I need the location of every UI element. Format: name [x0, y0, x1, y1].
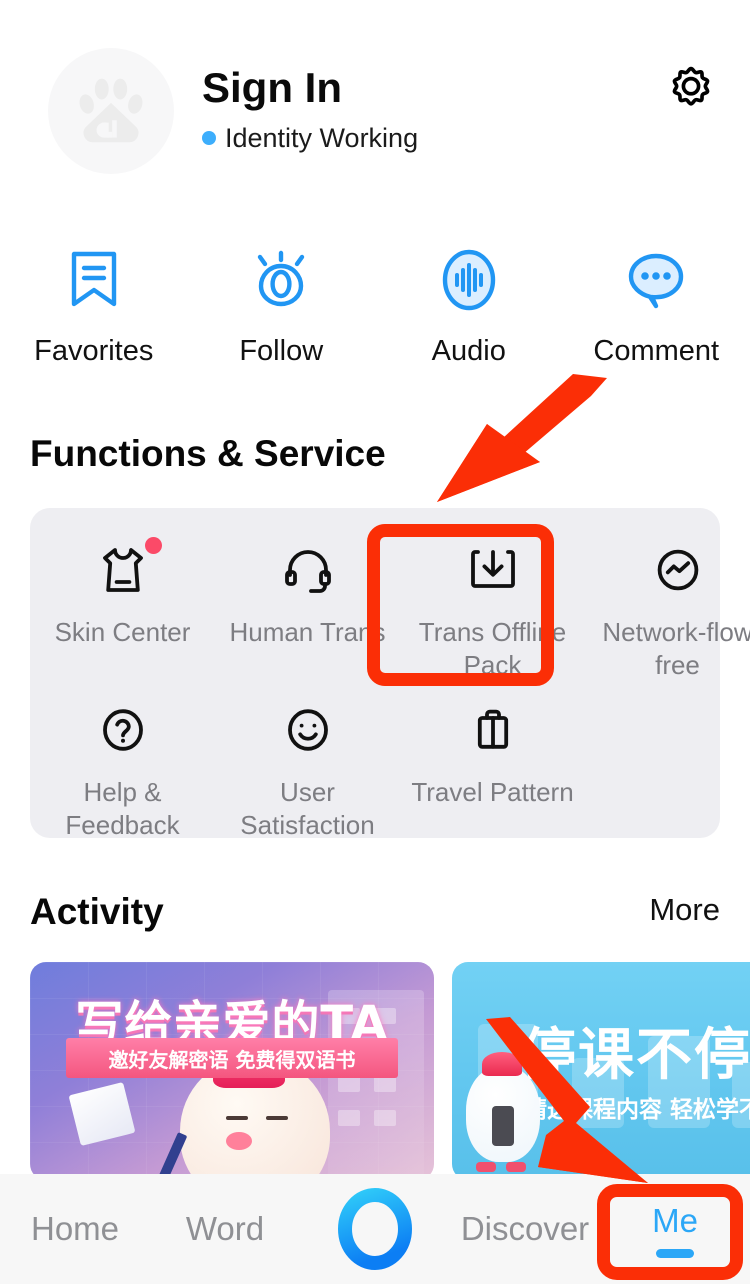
tshirt-icon	[91, 537, 162, 600]
audio-wave-icon	[435, 248, 503, 312]
banner-mascot-cheek-art	[226, 1132, 252, 1150]
function-trans-offline-pack[interactable]: Trans Offline Pack	[400, 540, 585, 682]
tab-active-indicator	[656, 1248, 694, 1258]
page-title[interactable]: Sign In	[202, 62, 418, 114]
function-label: Network-flow free	[602, 617, 750, 680]
activity-banner-carousel[interactable]: 写给亲爱的TA 邀好友解密语 免费得双语书 停课不停学 精选课程内容 轻松学不停	[30, 962, 750, 1180]
function-label: Trans Offline Pack	[418, 617, 567, 680]
question-mark-icon	[91, 700, 155, 760]
function-network-flow-free[interactable]: Network-flow free	[585, 540, 750, 682]
quick-action-follow[interactable]: Follow	[188, 248, 376, 368]
function-travel-pattern[interactable]: Travel Pattern	[400, 700, 585, 842]
profile-header: Sign In Identity Working	[0, 0, 750, 200]
banner-mascot-comb-art	[482, 1052, 522, 1076]
quick-action-label: Favorites	[34, 335, 154, 367]
tab-label: Discover	[460, 1210, 590, 1247]
tab-label: Home	[30, 1210, 120, 1247]
functions-row-1: Skin Center Human Trans Trans Offline Pa…	[30, 537, 750, 682]
notification-badge-dot	[144, 537, 162, 554]
quick-action-label: Audio	[431, 335, 506, 367]
smiley-face-icon	[276, 700, 340, 760]
function-skin-center[interactable]: Skin Center	[30, 537, 215, 682]
quick-action-label: Comment	[593, 335, 720, 367]
functions-section-title: Functions & Service	[30, 433, 386, 474]
identity-status: Identity Working	[202, 122, 418, 154]
settings-button[interactable]	[660, 58, 722, 120]
tab-word[interactable]: Word	[150, 1174, 300, 1284]
function-label: Human Trans	[229, 617, 386, 647]
function-label: Help & Feedback	[65, 777, 180, 840]
status-dot-icon	[202, 131, 216, 145]
function-user-satisfaction[interactable]: User Satisfaction	[215, 700, 400, 842]
function-label: User Satisfaction	[240, 777, 375, 840]
banner-mascot-eye-art	[266, 1116, 288, 1120]
banner-title: 停课不停学	[520, 1023, 750, 1088]
function-empty-slot	[585, 700, 750, 842]
suitcase-icon	[461, 700, 525, 760]
tab-home[interactable]: Home	[0, 1174, 150, 1284]
banner-mascot-eye-art	[226, 1116, 248, 1120]
download-box-icon	[461, 540, 525, 600]
baidu-paw-logo-icon	[74, 74, 148, 148]
gear-icon	[665, 63, 717, 115]
function-label: Skin Center	[54, 617, 191, 647]
functions-row-2: Help & Feedback User Satisfaction Travel…	[30, 700, 720, 842]
header-text-block: Sign In Identity Working	[202, 62, 418, 154]
function-label: Travel Pattern	[411, 777, 574, 807]
function-help-feedback[interactable]: Help & Feedback	[30, 700, 215, 842]
activity-banner-card[interactable]: 停课不停学 精选课程内容 轻松学不停	[452, 962, 750, 1180]
quick-actions-row: Favorites Follow Audio Comment	[0, 248, 750, 368]
tab-label: Me	[652, 1201, 698, 1239]
quick-action-label: Follow	[239, 335, 324, 367]
quick-action-favorites[interactable]: Favorites	[0, 248, 188, 368]
tab-label: Word	[185, 1210, 265, 1247]
tab-discover[interactable]: Discover	[450, 1174, 600, 1284]
bookmark-icon	[60, 248, 128, 312]
activity-more-link[interactable]: More	[649, 888, 720, 932]
banner-subtitle: 邀好友解密语 免费得双语书	[108, 1047, 356, 1072]
identity-status-label: Identity Working	[225, 123, 419, 153]
avatar[interactable]	[48, 48, 174, 174]
voice-ring-icon	[332, 1183, 418, 1275]
banner-phone-art	[492, 1106, 514, 1146]
tab-voice-assistant[interactable]	[300, 1174, 450, 1284]
activity-banner-card[interactable]: 写给亲爱的TA 邀好友解密语 免费得双语书	[30, 962, 434, 1180]
activity-section-title: Activity	[30, 891, 164, 932]
banner-ribbon: 邀好友解密语 免费得双语书	[66, 1038, 398, 1078]
quick-action-audio[interactable]: Audio	[375, 248, 563, 368]
comment-bubble-icon	[622, 248, 690, 312]
bottom-tab-bar: Home Word Discover Me	[0, 1174, 750, 1284]
headset-icon	[276, 540, 340, 600]
eye-icon	[247, 248, 315, 312]
functions-panel: Skin Center Human Trans Trans Offline Pa…	[30, 508, 750, 840]
app-screen: Sign In Identity Working Favorites Follo…	[0, 0, 750, 1284]
signal-circle-icon	[646, 540, 710, 600]
annotation-arrow-to-trans-offline-pack	[437, 374, 607, 502]
quick-action-comment[interactable]: Comment	[563, 248, 750, 368]
function-human-trans[interactable]: Human Trans	[215, 540, 400, 682]
tab-me[interactable]: Me	[600, 1174, 750, 1284]
banner-subtitle: 精选课程内容 轻松学不停	[524, 1097, 750, 1123]
